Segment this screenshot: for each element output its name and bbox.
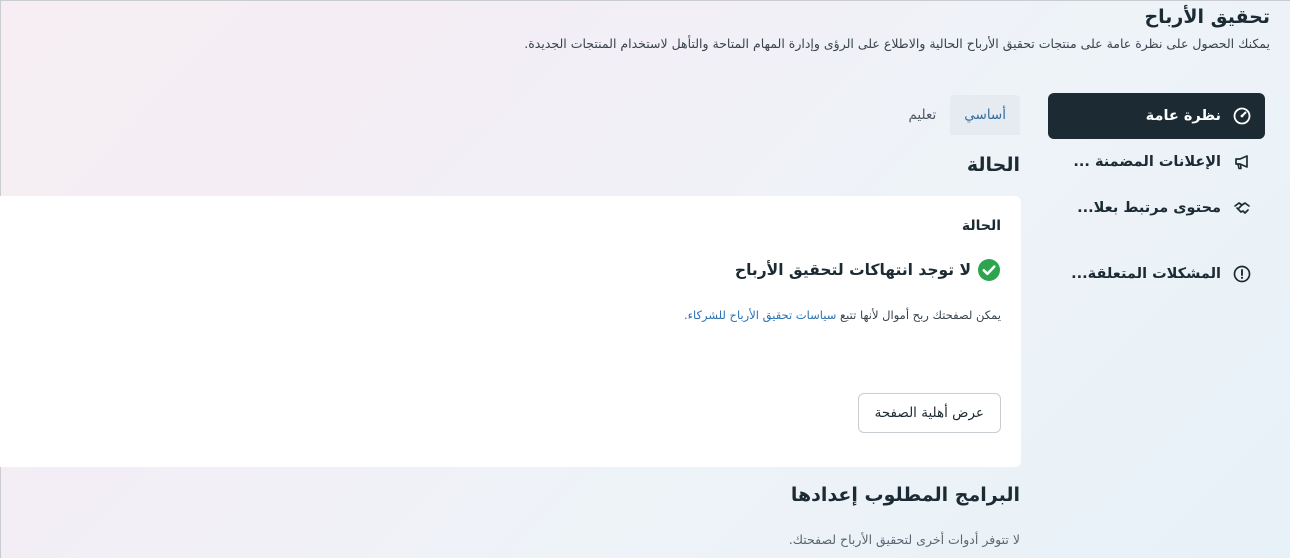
sidebar-item-label: محتوى مرتبط بعلا... bbox=[1077, 200, 1221, 216]
status-description: يمكن لصفحتك ربح أموال لأنها تتبع سياسات … bbox=[684, 308, 1001, 322]
status-card: الحالة لا توجد انتهاكات لتحقيق الأرباح ي… bbox=[0, 196, 1021, 467]
tab-basic[interactable]: أساسي bbox=[950, 95, 1020, 135]
sidebar-item-label: نظرة عامة bbox=[1145, 108, 1221, 124]
view-page-eligibility-button[interactable]: عرض أهلية الصفحة bbox=[857, 393, 1001, 433]
page-subtitle: يمكنك الحصول على نظرة عامة على منتجات تح… bbox=[524, 36, 1270, 51]
gauge-icon bbox=[1231, 105, 1253, 127]
status-card-label: الحالة bbox=[961, 218, 1001, 234]
partner-monetization-policies-link[interactable]: سياسات تحقيق الأرباح للشركاء. bbox=[684, 308, 836, 322]
sidebar-item-branded-content[interactable]: محتوى مرتبط بعلا... bbox=[1048, 185, 1265, 231]
sidebar-item-label: الإعلانات المضمنة ... bbox=[1073, 154, 1221, 170]
window-top-border bbox=[0, 0, 1290, 1]
sidebar-item-instream-ads[interactable]: الإعلانات المضمنة ... bbox=[1048, 139, 1265, 185]
sidebar-item-label: المشكلات المتعلقة... bbox=[1071, 266, 1221, 282]
status-text: لا توجد انتهاكات لتحقيق الأرباح bbox=[734, 261, 971, 279]
megaphone-icon bbox=[1231, 151, 1253, 173]
sidebar-nav: نظرة عامة الإعلانات المضمنة ... محتوى مر… bbox=[1048, 93, 1265, 297]
sidebar-item-issues[interactable]: المشكلات المتعلقة... bbox=[1048, 251, 1265, 297]
alert-circle-icon bbox=[1231, 263, 1253, 285]
sidebar-item-overview[interactable]: نظرة عامة bbox=[1048, 93, 1265, 139]
status-description-text: يمكن لصفحتك ربح أموال لأنها تتبع bbox=[836, 308, 1001, 322]
status-section-title: الحالة bbox=[966, 154, 1020, 176]
programs-section-description: لا تتوفر أدوات أخرى لتحقيق الأرباح لصفحت… bbox=[788, 532, 1020, 547]
status-row: لا توجد انتهاكات لتحقيق الأرباح bbox=[735, 258, 1001, 282]
handshake-icon bbox=[1231, 197, 1253, 219]
tab-bar: أساسي تعليم bbox=[894, 95, 1020, 135]
programs-section-title: البرامج المطلوب إعدادها bbox=[790, 484, 1020, 506]
page-title: تحقيق الأرباح bbox=[1144, 6, 1270, 28]
check-circle-icon bbox=[978, 259, 1000, 281]
tab-learning[interactable]: تعليم bbox=[894, 95, 950, 135]
